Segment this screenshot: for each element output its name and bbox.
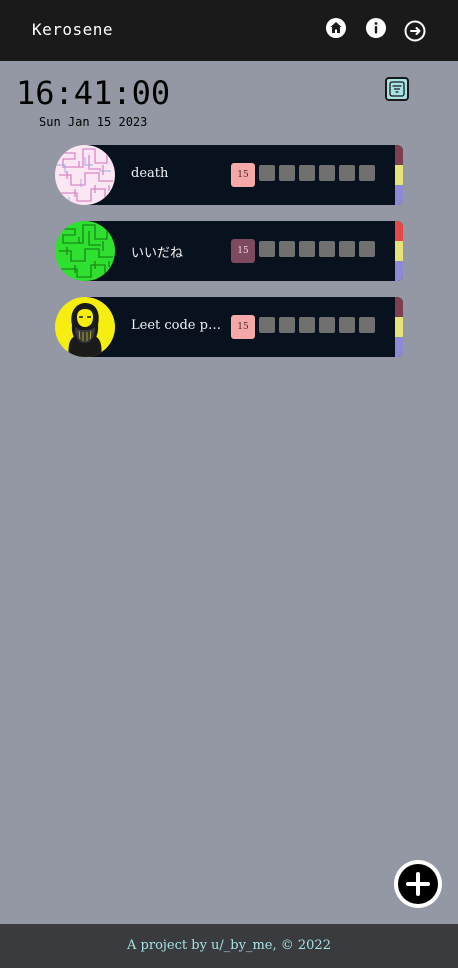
habit-card-iidane[interactable]: いいだね 15 (55, 221, 403, 281)
day-box[interactable] (259, 317, 275, 333)
color-stripe (395, 261, 403, 281)
color-stripe (395, 297, 403, 317)
home-icon[interactable] (325, 17, 347, 39)
plus-icon (406, 872, 430, 896)
clock-date: Sun Jan 15 2023 (39, 115, 148, 129)
color-stripe (395, 185, 403, 205)
day-box[interactable] (339, 165, 355, 181)
filter-icon (389, 81, 405, 97)
day-box[interactable] (259, 241, 275, 257)
day-box[interactable] (299, 317, 315, 333)
day-box[interactable] (279, 317, 295, 333)
app-title[interactable]: Kerosene (32, 20, 113, 39)
day-box[interactable] (359, 317, 375, 333)
add-habit-button[interactable] (394, 860, 442, 908)
day-box[interactable] (259, 165, 275, 181)
day-box[interactable] (299, 241, 315, 257)
day-box[interactable] (319, 317, 335, 333)
color-stripe (395, 145, 403, 165)
habit-title: Leet code practice (131, 318, 223, 333)
footer-credit: A project by u/_by_me, © 2022 (127, 938, 331, 953)
clock-time: 16:41:00 (16, 74, 171, 112)
habit-avatar (55, 145, 115, 205)
day-box[interactable] (359, 165, 375, 181)
day-box[interactable] (299, 165, 315, 181)
logout-icon[interactable] (404, 20, 426, 42)
habit-card-leet-code[interactable]: Leet code practice 15 (55, 297, 403, 357)
top-bar: Kerosene (0, 0, 458, 61)
day-box[interactable] (339, 317, 355, 333)
day-box[interactable] (279, 241, 295, 257)
info-icon[interactable] (365, 17, 387, 39)
day-box[interactable] (319, 241, 335, 257)
day-box[interactable] (279, 165, 295, 181)
color-stripe (395, 221, 403, 241)
day-badge[interactable]: 15 (231, 315, 255, 339)
filter-button[interactable] (385, 77, 409, 101)
add-habit-button-inner (398, 864, 438, 904)
day-box[interactable] (359, 241, 375, 257)
day-box[interactable] (319, 165, 335, 181)
habit-card-death[interactable]: death 15 (55, 145, 403, 205)
habit-avatar (55, 297, 115, 357)
habit-title: death (131, 166, 169, 181)
color-stripe (395, 241, 403, 261)
habit-avatar (55, 221, 115, 281)
day-box[interactable] (339, 241, 355, 257)
day-badge[interactable]: 15 (231, 163, 255, 187)
color-stripe (395, 337, 403, 357)
day-badge[interactable]: 15 (231, 239, 255, 263)
habit-title: いいだね (131, 246, 184, 261)
footer: A project by u/_by_me, © 2022 (0, 924, 458, 968)
color-stripe (395, 165, 403, 185)
color-stripe (395, 317, 403, 337)
